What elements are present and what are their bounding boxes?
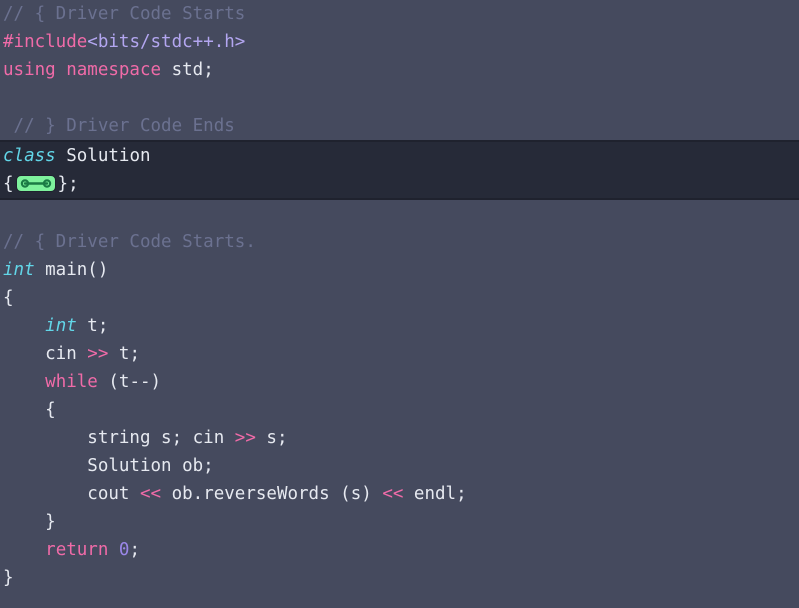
code-line-list: // { Driver Code Starts. int main() { int … (0, 200, 799, 608)
code-line: { (0, 396, 799, 424)
code-line: { (0, 284, 799, 312)
code-editor[interactable]: // { Driver Code Starts #include<bits/std… (0, 0, 799, 608)
code-region-driver-code-header: // { Driver Code Starts #include<bits/std… (0, 0, 799, 140)
code-token-plain: main() (34, 260, 109, 280)
code-token-plain: { (3, 400, 56, 420)
code-line: return 0; (0, 536, 799, 564)
code-token-operator: << (382, 484, 404, 504)
code-token-plain: cout (3, 484, 140, 504)
code-line: int t; (0, 312, 799, 340)
code-token-number: 0 (118, 540, 130, 560)
code-token-comment: // } Driver Code Ends (3, 116, 235, 136)
code-token-plain: Solution ob; (3, 456, 214, 476)
code-region-driver-code-main: // { Driver Code Starts. int main() { int … (0, 200, 799, 608)
code-line[interactable]: {}; (0, 170, 799, 198)
code-line: Solution ob; (0, 452, 799, 480)
code-token-plain: } (3, 568, 14, 588)
code-token-plain: (t--) (97, 372, 162, 392)
code-line[interactable]: class Solution (0, 142, 799, 170)
collapsed-code-fold-icon[interactable] (15, 174, 56, 192)
code-region-user-solution-class[interactable]: class Solution{}; (0, 140, 799, 200)
code-token-plain: Solution (55, 146, 151, 166)
code-token-plain: ob.reverseWords (s) (161, 484, 383, 504)
code-token-plain: t; (76, 316, 109, 336)
code-line-list: class Solution{}; (0, 142, 799, 198)
code-line: using namespace std; (0, 56, 799, 84)
code-token-plain: ; (129, 540, 141, 560)
code-token-plain: { (3, 174, 14, 194)
code-token-plain: endl; (403, 484, 467, 504)
code-token-plain: } (3, 512, 56, 532)
code-line-list: // { Driver Code Starts #include<bits/std… (0, 0, 799, 140)
code-line: // } Driver Code Ends (0, 112, 799, 140)
code-line: // { Driver Code Starts. (0, 228, 799, 256)
code-line: cin >> t; (0, 340, 799, 368)
code-token-plain: cin (3, 344, 88, 364)
code-token-keyword: return (45, 540, 109, 560)
code-line: int main() (0, 256, 799, 284)
code-line: } (0, 508, 799, 536)
code-token-plain: std; (161, 60, 214, 80)
code-line: while (t--) (0, 368, 799, 396)
code-token-keyword: using namespace (3, 60, 162, 80)
code-token-storage: class (3, 146, 56, 166)
code-line: #include<bits/stdc++.h> (0, 28, 799, 56)
code-token-comment: // { Driver Code Starts. (3, 232, 256, 252)
code-token-plain: { (3, 288, 14, 308)
code-line: cout << ob.reverseWords (s) << endl; (0, 480, 799, 508)
code-line: string s; cin >> s; (0, 424, 799, 452)
code-line: // { Driver Code Starts (0, 0, 799, 28)
code-token-plain: s; (255, 428, 288, 448)
code-token-keyword: while (45, 372, 98, 392)
code-token-operator: << (139, 484, 162, 504)
code-token-operator: >> (87, 344, 109, 364)
code-token-keyword: #include (3, 32, 88, 52)
code-token-string: <bits/stdc++.h> (87, 32, 246, 52)
code-token-plain: t; (108, 344, 140, 364)
code-token-operator: >> (234, 428, 256, 448)
code-token-comment: // { Driver Code Starts (3, 4, 246, 24)
code-token-plain: }; (57, 174, 79, 194)
code-token-type: int (45, 316, 77, 336)
code-token-type: int (3, 260, 35, 280)
code-line: } (0, 564, 799, 592)
code-token-plain: string s; cin (3, 428, 235, 448)
